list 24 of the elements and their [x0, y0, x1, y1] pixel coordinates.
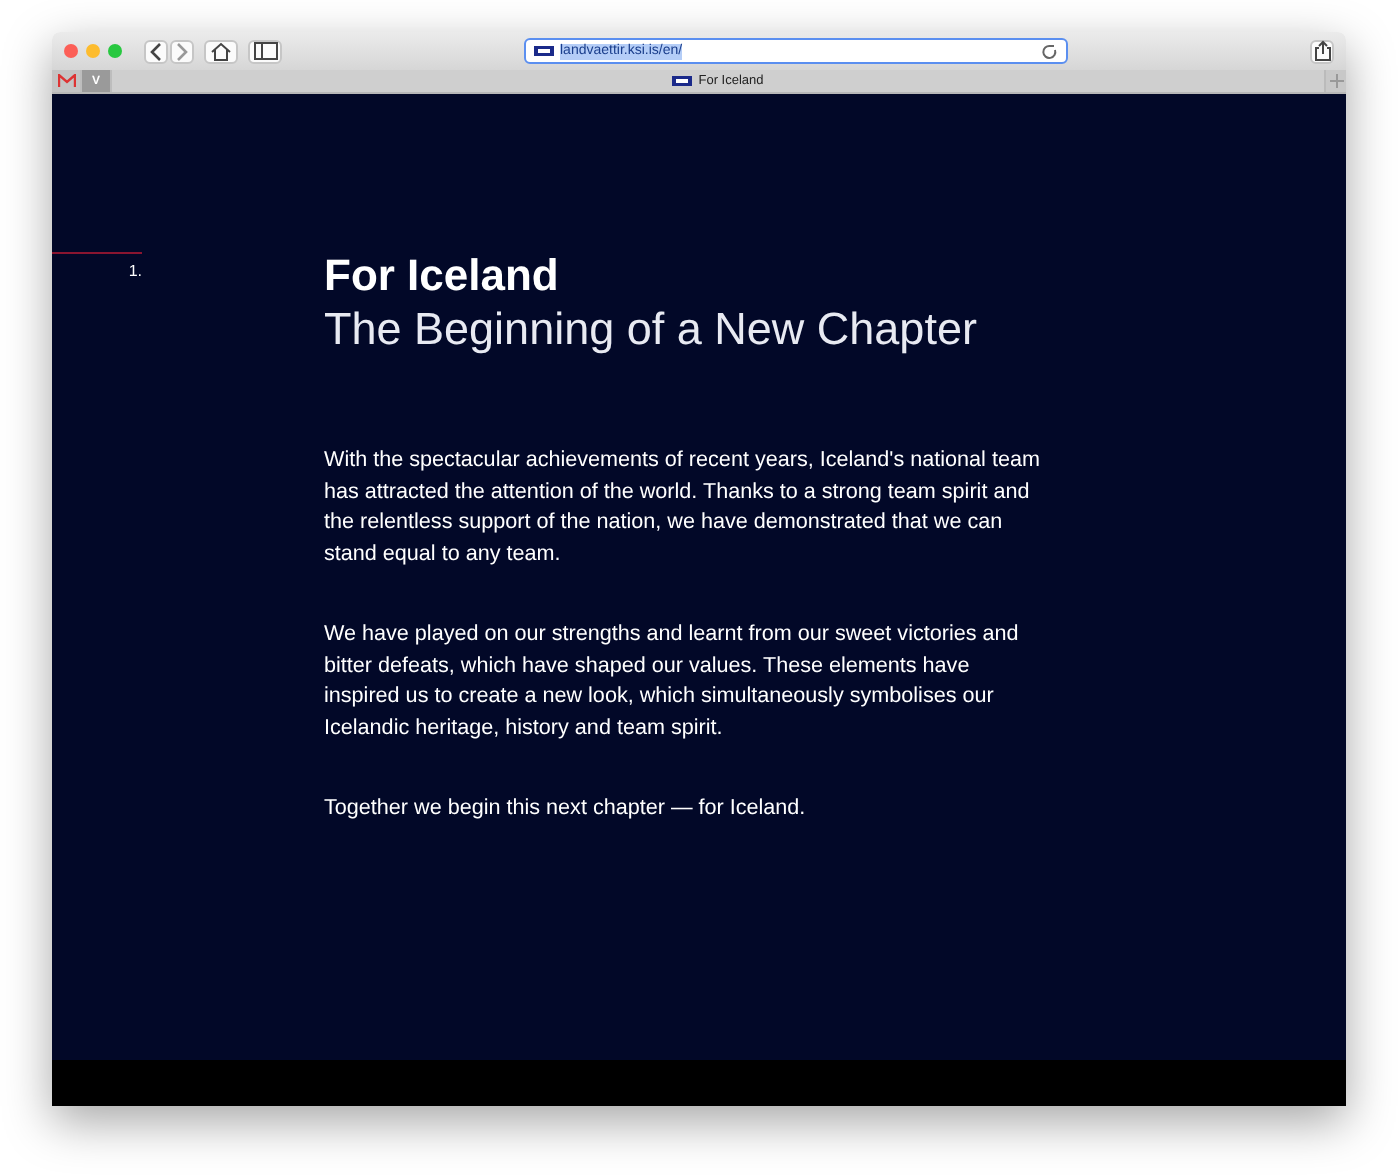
page-subtitle: The Beginning of a New Chapter [324, 302, 979, 358]
site-logo-icon [672, 76, 693, 86]
page-title: For Iceland [324, 250, 561, 302]
site-logo-icon [534, 46, 554, 56]
paragraph: We have played on our strengths and learnt from our sweet victories and bitter defeats, which have shaped our values. These elements have inspired us to create a new look, which simultaneously symbolises our Icelandic heritage, history and team spirit. [324, 620, 1021, 743]
chevron-right-icon [174, 41, 190, 61]
sidebar-icon [253, 42, 277, 60]
paragraph: With the spectacular achievements of recent years, Iceland's national team has attracted the attention of the world. Thanks to a strong team spirit and the relentless support of the nation, we have demonstrated that we can stand equal to any team. [324, 446, 1042, 569]
back-button[interactable] [144, 39, 168, 63]
plus-icon [1329, 74, 1343, 88]
new-tab-button[interactable] [1324, 70, 1346, 92]
zoom-button[interactable] [108, 44, 122, 58]
bookmark-button[interactable] [52, 70, 82, 92]
home-icon [210, 41, 232, 61]
paragraph: Together we begin this next chapter — for Iceland. [324, 794, 808, 824]
section-number: 1. [128, 262, 142, 280]
share-icon [1313, 40, 1331, 62]
mail-icon [57, 74, 75, 88]
close-button[interactable] [64, 44, 78, 58]
chevron-left-icon [148, 41, 164, 61]
reload-icon[interactable] [1042, 43, 1058, 59]
share-button[interactable] [1310, 39, 1334, 63]
sidebar-button[interactable] [248, 39, 282, 63]
home-button[interactable] [204, 39, 238, 63]
